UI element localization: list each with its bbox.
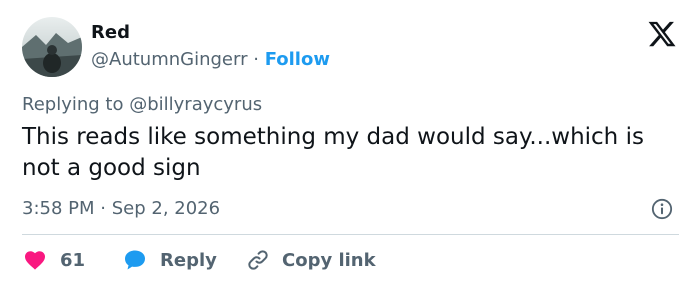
like-button[interactable]: 61 [22, 246, 85, 274]
copy-link-button[interactable]: Copy link [246, 246, 376, 274]
reply-button[interactable]: Reply [122, 246, 217, 274]
avatar-photo [22, 17, 82, 77]
like-count: 61 [60, 249, 86, 271]
tweet-date: Sep 2, 2026 [111, 198, 221, 219]
reply-label: Reply [160, 249, 217, 271]
reply-bubble-icon [125, 250, 145, 270]
display-name[interactable]: Red [91, 22, 130, 43]
user-handle[interactable]: @AutumnGingerr [91, 49, 247, 70]
x-logo-icon[interactable] [647, 19, 677, 49]
replying-to: Replying to @billyraycyrus [22, 94, 262, 115]
handle-row: @AutumnGingerr · Follow [91, 49, 330, 70]
heart-icon [25, 251, 45, 270]
timestamp-dot: · [100, 198, 106, 219]
avatar[interactable] [22, 17, 82, 77]
follow-button[interactable]: Follow [265, 49, 330, 70]
tweet-text: This reads like something my dad would s… [22, 124, 644, 181]
divider [22, 234, 679, 235]
copy-link-label: Copy link [282, 249, 376, 271]
replying-mention[interactable]: @billyraycyrus [129, 94, 262, 115]
tweet-time: 3:58 PM [22, 198, 95, 219]
info-icon[interactable] [651, 198, 673, 220]
separator-dot: · [253, 49, 259, 70]
link-icon [248, 250, 268, 270]
timestamp[interactable]: 3:58 PM · Sep 2, 2026 [22, 198, 220, 219]
replying-prefix: Replying to [22, 94, 124, 115]
